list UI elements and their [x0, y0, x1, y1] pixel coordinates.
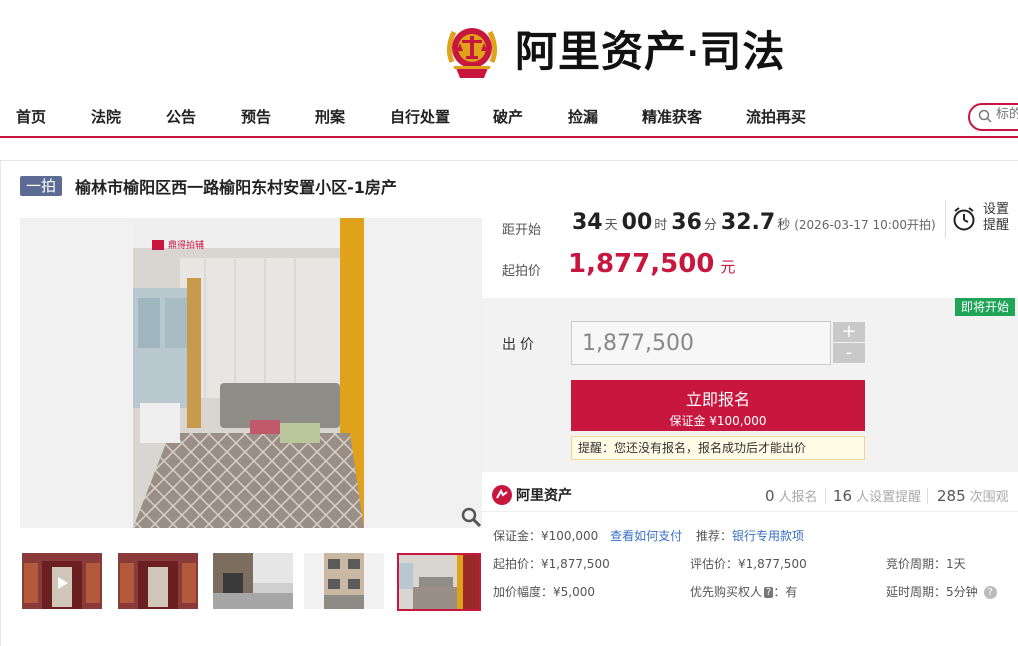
deposit-text: 保证金：¥100,000 — [493, 529, 599, 543]
start-price-label: 起拍价 — [502, 264, 542, 279]
countdown-days: 34 — [572, 210, 603, 235]
court-emblem-icon — [446, 28, 498, 78]
search-box[interactable] — [968, 103, 1018, 131]
brand-name: 阿里资产 — [515, 27, 688, 76]
stat-divider — [825, 488, 826, 504]
increase-bid-button[interactable]: + — [833, 322, 865, 342]
search-icon — [978, 109, 992, 123]
nav-item-court[interactable]: 法院 — [91, 106, 121, 127]
countdown-hours: 00 — [621, 210, 653, 235]
countdown-seconds: 32.7 — [720, 210, 776, 235]
ali-asset-logo-icon — [492, 484, 512, 505]
search-input[interactable] — [996, 107, 1018, 122]
zoom-icon[interactable] — [460, 506, 482, 528]
deposit-row: 保证金：¥100,000 查看如何支付 推荐：银行专用款项 — [493, 527, 804, 544]
stat-registered: 0 人报名 — [765, 486, 818, 505]
bedroom-photo: 鼎得拍辅 — [20, 218, 482, 528]
countdown-timer: 34 天 00 时 36 分 32.7 秒 (2026-03-17 10:00开拍) — [572, 210, 936, 235]
nav-item-bankruptcy[interactable]: 破产 — [493, 106, 523, 127]
brand-title: 阿里资产·司法 — [515, 26, 785, 81]
status-badge: 即将开始 — [955, 298, 1016, 316]
priority-label: 优先购买权人 — [690, 585, 763, 599]
stat-registered-unit: 人报名 — [778, 490, 818, 505]
nav-item-self-disposal[interactable]: 自行处置 — [390, 106, 450, 127]
countdown-label: 距开始 — [502, 223, 542, 238]
bank-payment-link[interactable]: 银行专用款项 — [732, 529, 804, 543]
start-price-value: 1,877,500 — [568, 249, 715, 279]
how-to-pay-link[interactable]: 查看如何支付 — [610, 529, 682, 543]
stat-views: 285 次围观 — [937, 486, 1009, 505]
registration-tip: 提醒：您还没有报名，报名成功后才能出价 — [571, 436, 865, 460]
nav-item-home[interactable]: 首页 — [16, 106, 46, 127]
platform-name: 阿里资产 — [516, 487, 572, 504]
main-photo[interactable]: 鼎得拍辅 — [20, 218, 482, 528]
bid-label: 出价 — [502, 337, 538, 353]
stat-views-unit: 次围观 — [969, 490, 1009, 505]
reminder-line-2: 提醒 — [983, 218, 1010, 233]
detail-cycle: 竞价周期：1天 — [886, 557, 966, 571]
brand-sub: 司法 — [699, 27, 786, 76]
nav-item-rebuy[interactable]: 流拍再买 — [746, 106, 806, 127]
detail-increment: 加价幅度：¥5,000 — [493, 585, 595, 599]
thumbnail-5-selected[interactable] — [397, 553, 481, 611]
detail-extension: 延时周期：5分钟? — [886, 583, 997, 600]
nav-item-preview[interactable]: 预告 — [241, 106, 271, 127]
extension-text: 延时周期：5分钟 — [886, 585, 978, 599]
stat-divider — [927, 488, 928, 504]
listing-title-row: 一拍 榆林市榆阳区西一路榆阳东村安置小区-1房产 — [20, 174, 397, 197]
detail-start-price: 起拍价：¥1,877,500 — [493, 557, 610, 571]
nav-item-notice[interactable]: 公告 — [166, 106, 196, 127]
site-header: 阿里资产·司法 — [0, 0, 1018, 98]
stat-registered-count: 0 — [765, 487, 775, 505]
nav-item-precise[interactable]: 精准获客 — [642, 106, 702, 127]
nav-item-criminal[interactable]: 刑案 — [315, 106, 345, 127]
auction-round-badge: 一拍 — [20, 176, 63, 196]
detail-priority: 优先购买权人? ：有 — [690, 583, 797, 600]
priority-value: ：有 — [773, 585, 798, 599]
countdown-minutes: 36 — [671, 210, 702, 235]
photo-watermark: 鼎得拍辅 — [168, 239, 204, 251]
start-price-unit: 元 — [720, 258, 736, 276]
alarm-clock-icon — [953, 207, 975, 231]
deposit-label: 保证金 ¥100,000 — [669, 414, 767, 428]
thumbnail-1[interactable] — [22, 553, 102, 609]
bid-amount-input[interactable] — [571, 321, 831, 365]
countdown-hours-unit: 时 — [654, 218, 668, 233]
main-nav: 首页 法院 公告 预告 刑案 自行处置 破产 捡漏 精准获客 流拍再买 — [0, 98, 1018, 138]
platform-logo: 阿里资产 — [492, 484, 572, 505]
countdown-days-unit: 天 — [604, 218, 618, 233]
countdown-start-time: (2026-03-17 10:00开拍) — [794, 218, 936, 232]
decrease-bid-button[interactable]: - — [833, 343, 865, 363]
detail-appraisal: 评估价：¥1,877,500 — [690, 557, 807, 571]
stat-reminders-unit: 人设置提醒 — [856, 490, 922, 505]
thumbnail-4[interactable] — [304, 553, 384, 609]
stat-views-count: 285 — [937, 487, 966, 505]
recommend-label: 推荐： — [695, 529, 732, 543]
thumbnail-2[interactable] — [118, 553, 198, 609]
stat-reminders: 16 人设置提醒 — [833, 486, 921, 505]
countdown-minutes-unit: 分 — [703, 218, 717, 233]
set-reminder-button[interactable]: 设置 提醒 — [945, 200, 1018, 238]
start-price: 1,877,500 元 — [568, 249, 735, 279]
register-now-button[interactable]: 立即报名 保证金 ¥100,000 — [571, 380, 865, 431]
thumbnail-3[interactable] — [213, 553, 293, 609]
stat-reminders-count: 16 — [833, 487, 853, 505]
help-icon[interactable]: ? — [983, 586, 997, 599]
priority-info-icon[interactable]: ? — [764, 587, 774, 598]
register-button-label: 立即报名 — [685, 390, 750, 409]
countdown-seconds-unit: 秒 — [777, 218, 791, 233]
listing-title: 榆林市榆阳区西一路榆阳东村安置小区-1房产 — [75, 178, 397, 197]
nav-item-bargain[interactable]: 捡漏 — [568, 106, 598, 127]
brand-dot: · — [687, 36, 700, 72]
reminder-line-1: 设置 — [983, 202, 1010, 217]
